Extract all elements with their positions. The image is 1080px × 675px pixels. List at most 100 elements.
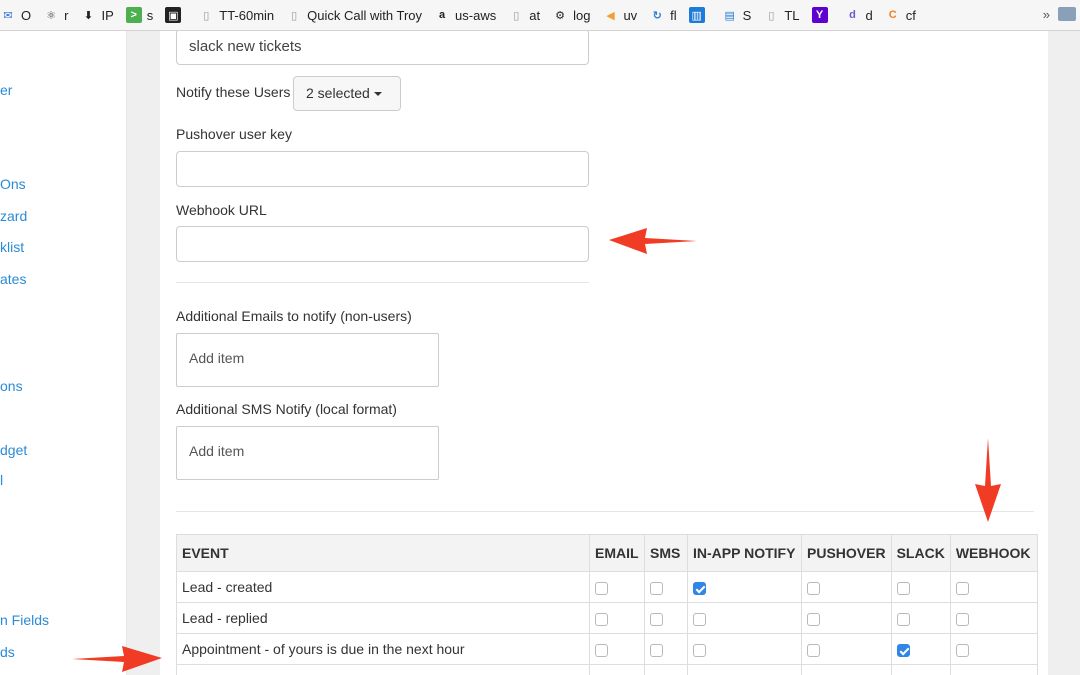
channel-checkbox-pushover[interactable] <box>807 581 820 595</box>
channel-checkbox-in-app-notify[interactable] <box>693 612 706 626</box>
checkbox-cell <box>949 602 1038 634</box>
bookmark-item[interactable]: ⚙ log <box>552 0 590 30</box>
sidebar-item[interactable]: klist <box>0 239 24 255</box>
sidebar-item[interactable]: ates <box>0 271 26 287</box>
channel-checkbox-email[interactable] <box>595 643 608 657</box>
event-name: Lead - replied <box>176 602 590 634</box>
channel-checkbox-slack[interactable] <box>896 643 910 657</box>
left-gutter <box>127 31 160 675</box>
channel-checkbox-email[interactable] <box>595 581 608 595</box>
bookmark-item[interactable]: Y <box>811 0 833 30</box>
bookmarks-bar: ✉ O ⚛ r ⬇ IP > s ▣ ▯ TT-60min ▯ Quick Call with Troy… <box>0 0 1080 31</box>
bookmark-item[interactable]: ▣ <box>165 0 186 30</box>
bookmark-item[interactable]: ▯ Quick Call with Troy <box>286 0 423 30</box>
page-icon: ▯ <box>513 9 520 22</box>
sidebar-item[interactable]: Ons <box>0 176 26 192</box>
sidebar-item[interactable]: dget <box>0 442 27 458</box>
amazon-icon: a <box>438 9 446 21</box>
sidebar: er Ons zard klist ates ons dget l n Fiel… <box>0 31 127 675</box>
sidebar-item[interactable]: er <box>0 82 12 98</box>
webhook-input[interactable] <box>176 226 589 262</box>
divider <box>176 282 589 283</box>
table-row: Appointment - of yours is due in the nex… <box>176 633 1038 665</box>
bookmark-item[interactable]: ↻ fl <box>649 0 677 30</box>
channel-checkbox-email[interactable] <box>595 612 608 626</box>
bookmark-item[interactable]: ▯ at <box>508 0 541 30</box>
checkbox-cell <box>801 571 892 603</box>
checkbox-cell <box>589 571 645 603</box>
checkbox-cell <box>949 633 1038 665</box>
sidebar-item[interactable]: ons <box>0 378 23 394</box>
channel-checkbox-in-app-notify[interactable] <box>693 581 706 595</box>
channel-checkbox-slack[interactable] <box>896 612 910 626</box>
table-header-row: EVENT EMAIL SMS IN-APP NOTIFY PUSHOVER S… <box>176 534 1038 572</box>
bookmark-item[interactable]: ▯ TT-60min <box>198 0 274 30</box>
event-name: Appointment - of yours is due in the nex… <box>176 633 590 665</box>
checkbox-cell <box>801 664 892 675</box>
sidebar-item[interactable]: ds <box>0 644 15 660</box>
channel-checkbox-slack[interactable] <box>896 581 910 595</box>
bookmark-label: S <box>742 7 752 23</box>
checkbox-cell <box>589 633 645 665</box>
channel-checkbox-pushover[interactable] <box>807 643 820 657</box>
sidebar-item[interactable]: l <box>0 472 3 488</box>
events-table: EVENT EMAIL SMS IN-APP NOTIFY PUSHOVER S… <box>176 534 1038 675</box>
sms-tag-input[interactable]: Add item <box>176 426 439 480</box>
checkbox-cell <box>890 602 951 634</box>
bookmark-item[interactable]: ▥ <box>688 0 710 30</box>
download-circle-icon: ⬇ <box>83 9 94 22</box>
bookmarks-overflow-button[interactable]: » <box>1043 7 1050 22</box>
bookmark-label: TL <box>784 7 800 23</box>
bookmark-item[interactable]: ✉ O <box>0 0 31 30</box>
annotation-arrow-left <box>609 228 697 254</box>
bookmark-item[interactable]: ⬇ IP <box>80 0 114 30</box>
terminal-icon: > <box>125 7 142 23</box>
channel-checkbox-in-app-notify[interactable] <box>693 643 706 657</box>
pushover-input[interactable] <box>176 151 589 187</box>
checkbox-cell <box>890 571 951 603</box>
emails-tag-input[interactable]: Add item <box>176 333 439 387</box>
folder-icon[interactable] <box>1058 7 1076 21</box>
checkbox-cell <box>687 571 802 603</box>
notify-users-dropdown[interactable]: 2 selected <box>293 76 401 111</box>
event-name <box>176 664 590 675</box>
bookmark-item[interactable]: a us-aws <box>434 0 497 30</box>
bookmark-label: us-aws <box>455 7 497 23</box>
bookmark-label: uv <box>623 7 638 23</box>
table-row: Lead - created <box>176 571 1038 603</box>
annotation-arrow-down <box>975 438 1001 522</box>
channel-checkbox-webhook[interactable] <box>955 612 969 626</box>
name-input[interactable]: slack new tickets <box>176 31 589 65</box>
checkbox-cell <box>644 633 688 665</box>
bookmark-label: r <box>64 7 69 23</box>
bookmark-item[interactable]: > s <box>125 0 153 30</box>
bookmark-item[interactable]: ▤ S <box>722 0 752 30</box>
channel-checkbox-sms[interactable] <box>650 643 663 657</box>
page-icon: ▯ <box>768 9 775 22</box>
table-row: Lead - replied <box>176 602 1038 634</box>
bookmark-item[interactable]: dd <box>845 0 873 30</box>
checkbox-cell <box>644 602 688 634</box>
channel-checkbox-pushover[interactable] <box>807 612 820 626</box>
channel-checkbox-webhook[interactable] <box>955 643 969 657</box>
bookmark-label: at <box>529 7 541 23</box>
bookmark-item[interactable]: Ccf <box>885 0 916 30</box>
column-header: EVENT <box>176 534 590 572</box>
bookmark-label: IP <box>101 7 114 23</box>
notify-users-label: Notify these Users <box>176 84 291 100</box>
megaphone-icon: ◀ <box>606 9 615 22</box>
channel-checkbox-sms[interactable] <box>650 612 663 626</box>
sidebar-item[interactable]: zard <box>0 208 27 224</box>
divider <box>176 511 1034 512</box>
bookmark-item[interactable]: ▯ TL <box>763 0 800 30</box>
caret-down-icon <box>373 92 382 97</box>
column-header: SMS <box>644 534 688 572</box>
bookmark-item[interactable]: ◀ uv <box>602 0 638 30</box>
column-header: EMAIL <box>589 534 645 572</box>
channel-checkbox-sms[interactable] <box>650 581 663 595</box>
bookmark-label: Quick Call with Troy <box>307 7 423 23</box>
channel-checkbox-webhook[interactable] <box>955 581 969 595</box>
sidebar-item[interactable]: n Fields <box>0 612 49 628</box>
bookmark-label: fl <box>670 7 677 23</box>
bookmark-item[interactable]: ⚛ r <box>43 0 69 30</box>
